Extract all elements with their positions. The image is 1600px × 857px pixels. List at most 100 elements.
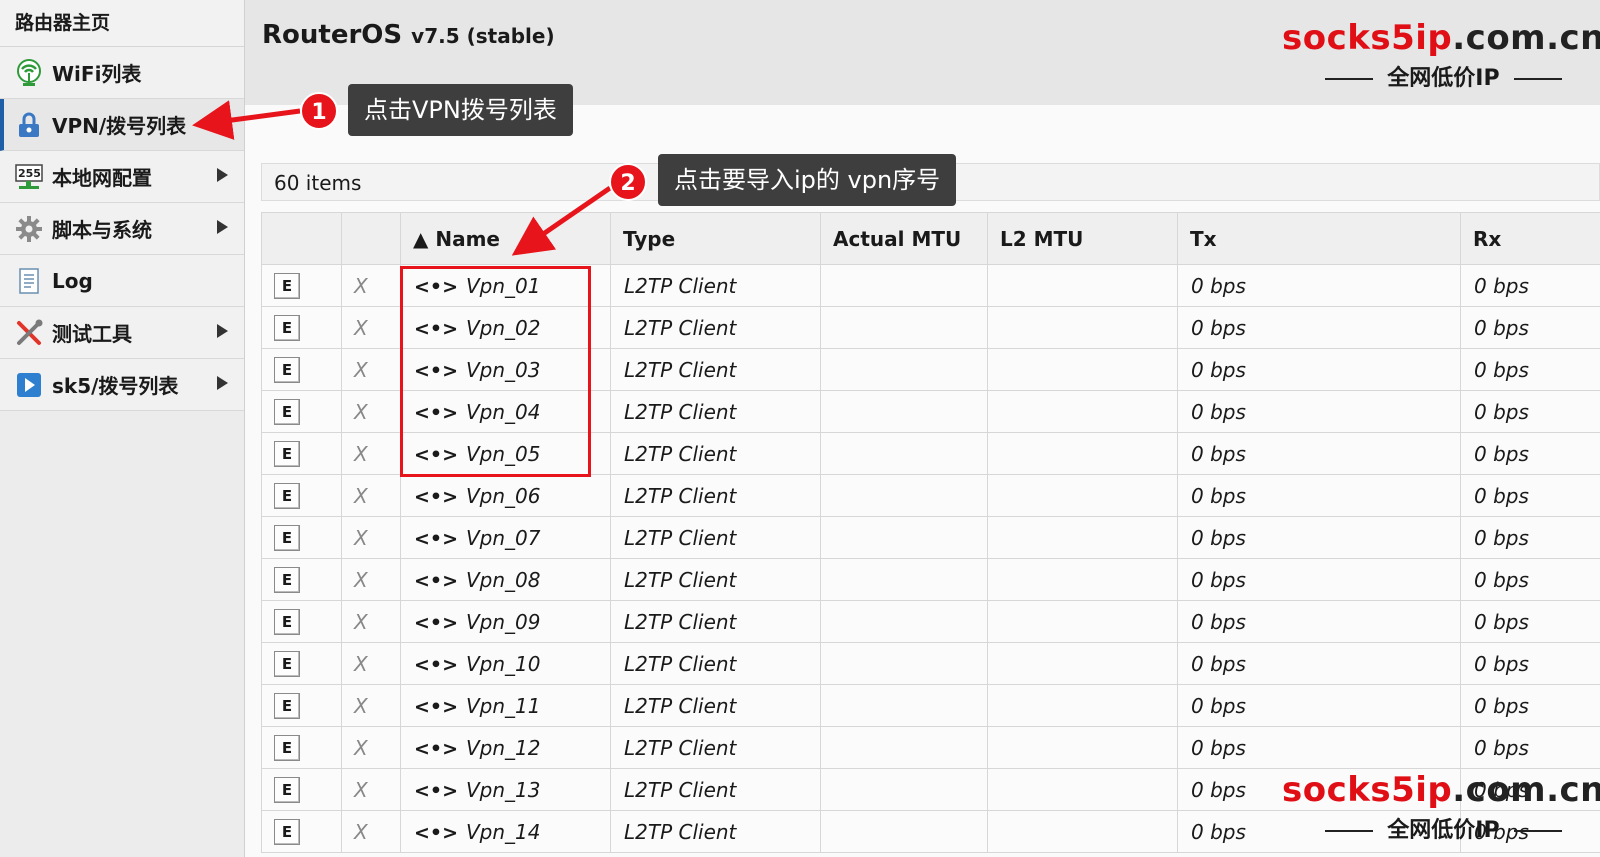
disable-toggle[interactable]: X bbox=[341, 642, 401, 685]
edit-button[interactable]: E bbox=[274, 357, 300, 383]
l2tp-interface-icon: <•> bbox=[414, 485, 458, 508]
name-cell[interactable]: <•> Vpn_08 bbox=[400, 558, 611, 601]
lan-255-icon: 255 bbox=[14, 162, 44, 192]
edit-button[interactable]: E bbox=[274, 441, 300, 467]
watermark-bottom: socks5ip.com.cn 全网低价IP bbox=[1282, 770, 1600, 844]
table-row[interactable]: E X <•> Vpn_09 L2TP Client 0 bps 0 bps bbox=[261, 600, 1600, 643]
watermark-tagline: 全网低价IP bbox=[1387, 66, 1500, 91]
step2-number-badge: 2 bbox=[609, 163, 647, 201]
edit-button[interactable]: E bbox=[274, 735, 300, 761]
tx-cell: 0 bps bbox=[1177, 558, 1461, 601]
table-row[interactable]: E X <•> Vpn_07 L2TP Client 0 bps 0 bps bbox=[261, 516, 1600, 559]
type-cell: L2TP Client bbox=[610, 432, 821, 475]
sidebar-item-scripts-system[interactable]: 脚本与系统 bbox=[0, 203, 244, 255]
disable-toggle[interactable]: X bbox=[341, 516, 401, 559]
l2tp-interface-icon: <•> bbox=[414, 821, 458, 844]
disable-toggle[interactable]: X bbox=[341, 810, 401, 853]
edit-button[interactable]: E bbox=[274, 777, 300, 803]
actual-mtu-cell bbox=[820, 516, 988, 559]
name-cell[interactable]: <•> Vpn_11 bbox=[400, 684, 611, 727]
main-content: 60 items ▲ Name Type Actual MTU L2 MTU T… bbox=[245, 105, 1600, 857]
type-cell: L2TP Client bbox=[610, 768, 821, 811]
name-cell[interactable]: <•> Vpn_13 bbox=[400, 768, 611, 811]
edit-cell: E bbox=[261, 642, 342, 685]
interface-name: Vpn_06 bbox=[465, 483, 541, 508]
column-header-actual-mtu[interactable]: Actual MTU bbox=[820, 212, 988, 265]
rx-cell: 0 bps bbox=[1460, 474, 1600, 517]
actual-mtu-cell bbox=[820, 264, 988, 307]
column-header-rx[interactable]: Rx bbox=[1460, 212, 1600, 265]
edit-cell: E bbox=[261, 348, 342, 391]
column-header-name[interactable]: ▲ Name bbox=[400, 212, 611, 265]
disable-toggle[interactable]: X bbox=[341, 558, 401, 601]
edit-button[interactable]: E bbox=[274, 399, 300, 425]
edit-button[interactable]: E bbox=[274, 651, 300, 677]
edit-button[interactable]: E bbox=[274, 609, 300, 635]
edit-button[interactable]: E bbox=[274, 315, 300, 341]
disable-toggle[interactable]: X bbox=[341, 684, 401, 727]
disable-toggle[interactable]: X bbox=[341, 474, 401, 517]
edit-button[interactable]: E bbox=[274, 483, 300, 509]
submenu-arrow-icon bbox=[217, 220, 228, 234]
disable-toggle[interactable]: X bbox=[341, 726, 401, 769]
l2-mtu-cell bbox=[987, 432, 1178, 475]
disable-toggle[interactable]: X bbox=[341, 600, 401, 643]
tx-cell: 0 bps bbox=[1177, 474, 1461, 517]
sidebar-item-lan-config[interactable]: 255 本地网配置 bbox=[0, 151, 244, 203]
step1-callout: 点击VPN拨号列表 bbox=[348, 84, 573, 136]
table-row[interactable]: E X <•> Vpn_08 L2TP Client 0 bps 0 bps bbox=[261, 558, 1600, 601]
sidebar-item-label: sk5/拨号列表 bbox=[52, 374, 179, 398]
name-cell[interactable]: <•> Vpn_10 bbox=[400, 642, 611, 685]
interface-name: Vpn_13 bbox=[465, 777, 541, 802]
l2-mtu-cell bbox=[987, 306, 1178, 349]
name-cell[interactable]: <•> Vpn_06 bbox=[400, 474, 611, 517]
actual-mtu-cell bbox=[820, 642, 988, 685]
name-cell[interactable]: <•> Vpn_07 bbox=[400, 516, 611, 559]
disable-toggle[interactable]: X bbox=[341, 390, 401, 433]
type-cell: L2TP Client bbox=[610, 684, 821, 727]
disable-toggle[interactable]: X bbox=[341, 348, 401, 391]
name-cell[interactable]: <•> Vpn_14 bbox=[400, 810, 611, 853]
edit-button[interactable]: E bbox=[274, 273, 300, 299]
table-row[interactable]: E X <•> Vpn_10 L2TP Client 0 bps 0 bps bbox=[261, 642, 1600, 685]
interface-name: Vpn_12 bbox=[465, 735, 541, 760]
column-header-tx[interactable]: Tx bbox=[1177, 212, 1461, 265]
column-header-l2-mtu[interactable]: L2 MTU bbox=[987, 212, 1178, 265]
edit-button[interactable]: E bbox=[274, 525, 300, 551]
column-header-disable bbox=[341, 212, 401, 265]
step1-number-badge: 1 bbox=[300, 92, 338, 130]
actual-mtu-cell bbox=[820, 684, 988, 727]
sidebar-item-test-tools[interactable]: 测试工具 bbox=[0, 307, 244, 359]
sidebar-item-wifi[interactable]: WiFi列表 bbox=[0, 47, 244, 99]
table-row[interactable]: E X <•> Vpn_12 L2TP Client 0 bps 0 bps bbox=[261, 726, 1600, 769]
tx-cell: 0 bps bbox=[1177, 264, 1461, 307]
name-cell[interactable]: <•> Vpn_12 bbox=[400, 726, 611, 769]
l2-mtu-cell bbox=[987, 810, 1178, 853]
actual-mtu-cell bbox=[820, 726, 988, 769]
sidebar: 路由器主页 WiFi列表 VPN/拨号列表 255 本地网配置 脚本与系统 Lo… bbox=[0, 0, 245, 857]
sidebar-item-log[interactable]: Log bbox=[0, 255, 244, 307]
sidebar-home-link[interactable]: 路由器主页 bbox=[0, 0, 244, 47]
l2-mtu-cell bbox=[987, 726, 1178, 769]
sidebar-item-label: 脚本与系统 bbox=[52, 218, 152, 242]
disable-toggle[interactable]: X bbox=[341, 264, 401, 307]
actual-mtu-cell bbox=[820, 390, 988, 433]
edit-button[interactable]: E bbox=[274, 567, 300, 593]
l2-mtu-cell bbox=[987, 684, 1178, 727]
edit-button[interactable]: E bbox=[274, 819, 300, 845]
tx-cell: 0 bps bbox=[1177, 642, 1461, 685]
l2tp-interface-icon: <•> bbox=[414, 527, 458, 550]
wifi-icon bbox=[14, 58, 44, 88]
name-cell[interactable]: <•> Vpn_09 bbox=[400, 600, 611, 643]
disable-toggle[interactable]: X bbox=[341, 768, 401, 811]
watermark-brand: socks5ip bbox=[1282, 770, 1453, 810]
edit-button[interactable]: E bbox=[274, 693, 300, 719]
disable-toggle[interactable]: X bbox=[341, 306, 401, 349]
sidebar-item-vpn[interactable]: VPN/拨号列表 bbox=[0, 99, 244, 151]
table-row[interactable]: E X <•> Vpn_11 L2TP Client 0 bps 0 bps bbox=[261, 684, 1600, 727]
rx-cell: 0 bps bbox=[1460, 516, 1600, 559]
table-row[interactable]: E X <•> Vpn_06 L2TP Client 0 bps 0 bps bbox=[261, 474, 1600, 517]
column-header-type[interactable]: Type bbox=[610, 212, 821, 265]
disable-toggle[interactable]: X bbox=[341, 432, 401, 475]
sidebar-item-sk5-dial-list[interactable]: sk5/拨号列表 bbox=[0, 359, 244, 411]
